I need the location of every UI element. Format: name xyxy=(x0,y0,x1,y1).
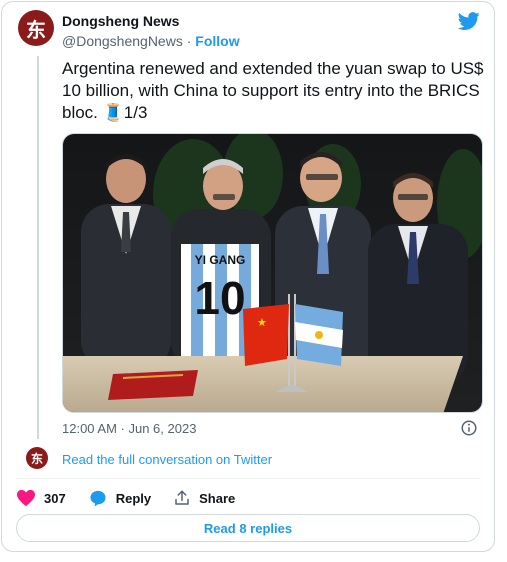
reply-label: Reply xyxy=(115,490,152,506)
read-full-conversation-link[interactable]: Read the full conversation on Twitter xyxy=(62,452,272,467)
like-button[interactable]: 307 xyxy=(16,489,66,507)
conversation-avatar[interactable]: 东 xyxy=(26,447,48,469)
jersey-name: YI GANG xyxy=(195,253,246,267)
tweet-timestamp[interactable]: 12:00 AM · Jun 6, 2023 xyxy=(62,421,196,436)
twitter-bird-icon[interactable] xyxy=(458,10,480,32)
account-avatar[interactable]: 东 xyxy=(18,10,54,46)
photo-illustration: YI GANG 10 ★ xyxy=(63,134,482,412)
separator-dot: · xyxy=(186,33,192,49)
follow-button[interactable]: Follow xyxy=(195,33,239,49)
tweet-text: Argentina renewed and extended the yuan … xyxy=(62,59,484,122)
like-count: 307 xyxy=(44,490,66,506)
divider xyxy=(16,478,480,479)
tweet-card: 东 Dongsheng News @DongshengNews · Follow… xyxy=(1,1,495,552)
china-flag xyxy=(243,304,289,366)
heart-icon xyxy=(17,489,35,507)
avatar-glyph: 东 xyxy=(26,17,46,42)
thread-line xyxy=(37,56,39,439)
svg-text:★: ★ xyxy=(257,316,267,329)
share-button[interactable]: Share xyxy=(173,489,235,507)
reply-button[interactable]: Reply xyxy=(88,488,151,508)
account-display-name[interactable]: Dongsheng News xyxy=(62,13,179,29)
account-handle[interactable]: @DongshengNews xyxy=(62,33,183,49)
handle-row: @DongshengNews · Follow xyxy=(62,33,240,49)
info-icon[interactable] xyxy=(460,419,478,437)
read-replies-button[interactable]: Read 8 replies xyxy=(16,514,480,542)
reply-bubble-icon xyxy=(90,490,106,507)
avatar-glyph-small: 东 xyxy=(30,451,43,466)
tweet-photo[interactable]: YI GANG 10 ★ xyxy=(62,133,483,413)
share-icon xyxy=(175,490,189,505)
share-label: Share xyxy=(199,490,236,506)
action-bar: 307 Reply Share xyxy=(16,488,257,508)
red-folder xyxy=(108,370,198,400)
jersey-number: 10 xyxy=(194,272,245,324)
